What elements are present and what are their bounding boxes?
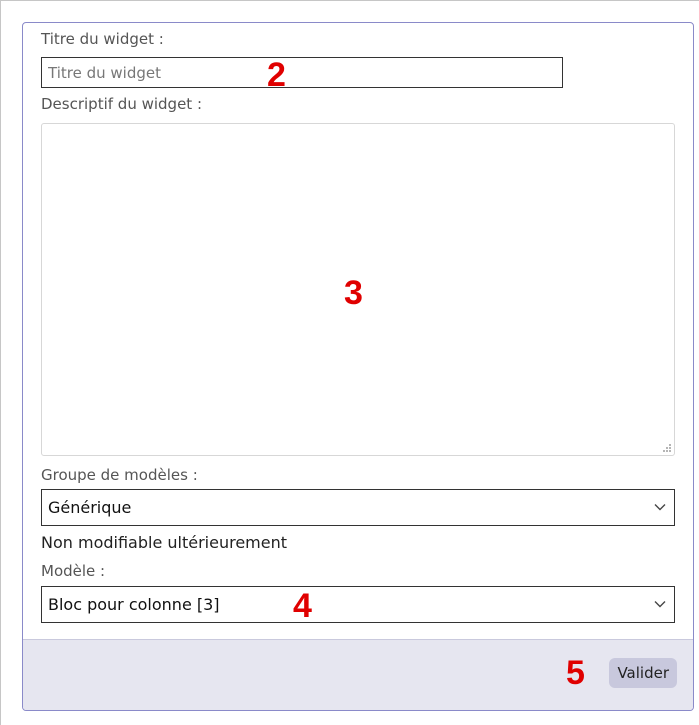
model-label: Modèle : (41, 562, 106, 580)
group-select[interactable]: Générique (41, 489, 675, 526)
widget-form-panel: Titre du widget : Descriptif du widget :… (22, 22, 694, 711)
group-selected-value: Générique (48, 498, 132, 517)
annotation-marker-4: 4 (293, 587, 312, 625)
group-label: Groupe de modèles : (41, 466, 198, 484)
title-label: Titre du widget : (41, 30, 164, 48)
resize-grip-icon[interactable] (662, 443, 671, 452)
chevron-down-icon (654, 504, 666, 511)
description-label: Descriptif du widget : (41, 95, 203, 113)
annotation-marker-5: 5 (566, 654, 585, 692)
submit-button[interactable]: Valider (609, 658, 677, 688)
model-select[interactable]: Bloc pour colonne [3] (41, 586, 675, 623)
form-footer: Valider (23, 639, 693, 710)
chevron-down-icon (654, 601, 666, 608)
group-note: Non modifiable ultérieurement (41, 533, 287, 552)
model-selected-value: Bloc pour colonne [3] (48, 595, 220, 614)
annotation-marker-3: 3 (344, 274, 363, 312)
annotation-marker-2: 2 (267, 56, 286, 94)
title-input[interactable] (41, 57, 563, 88)
